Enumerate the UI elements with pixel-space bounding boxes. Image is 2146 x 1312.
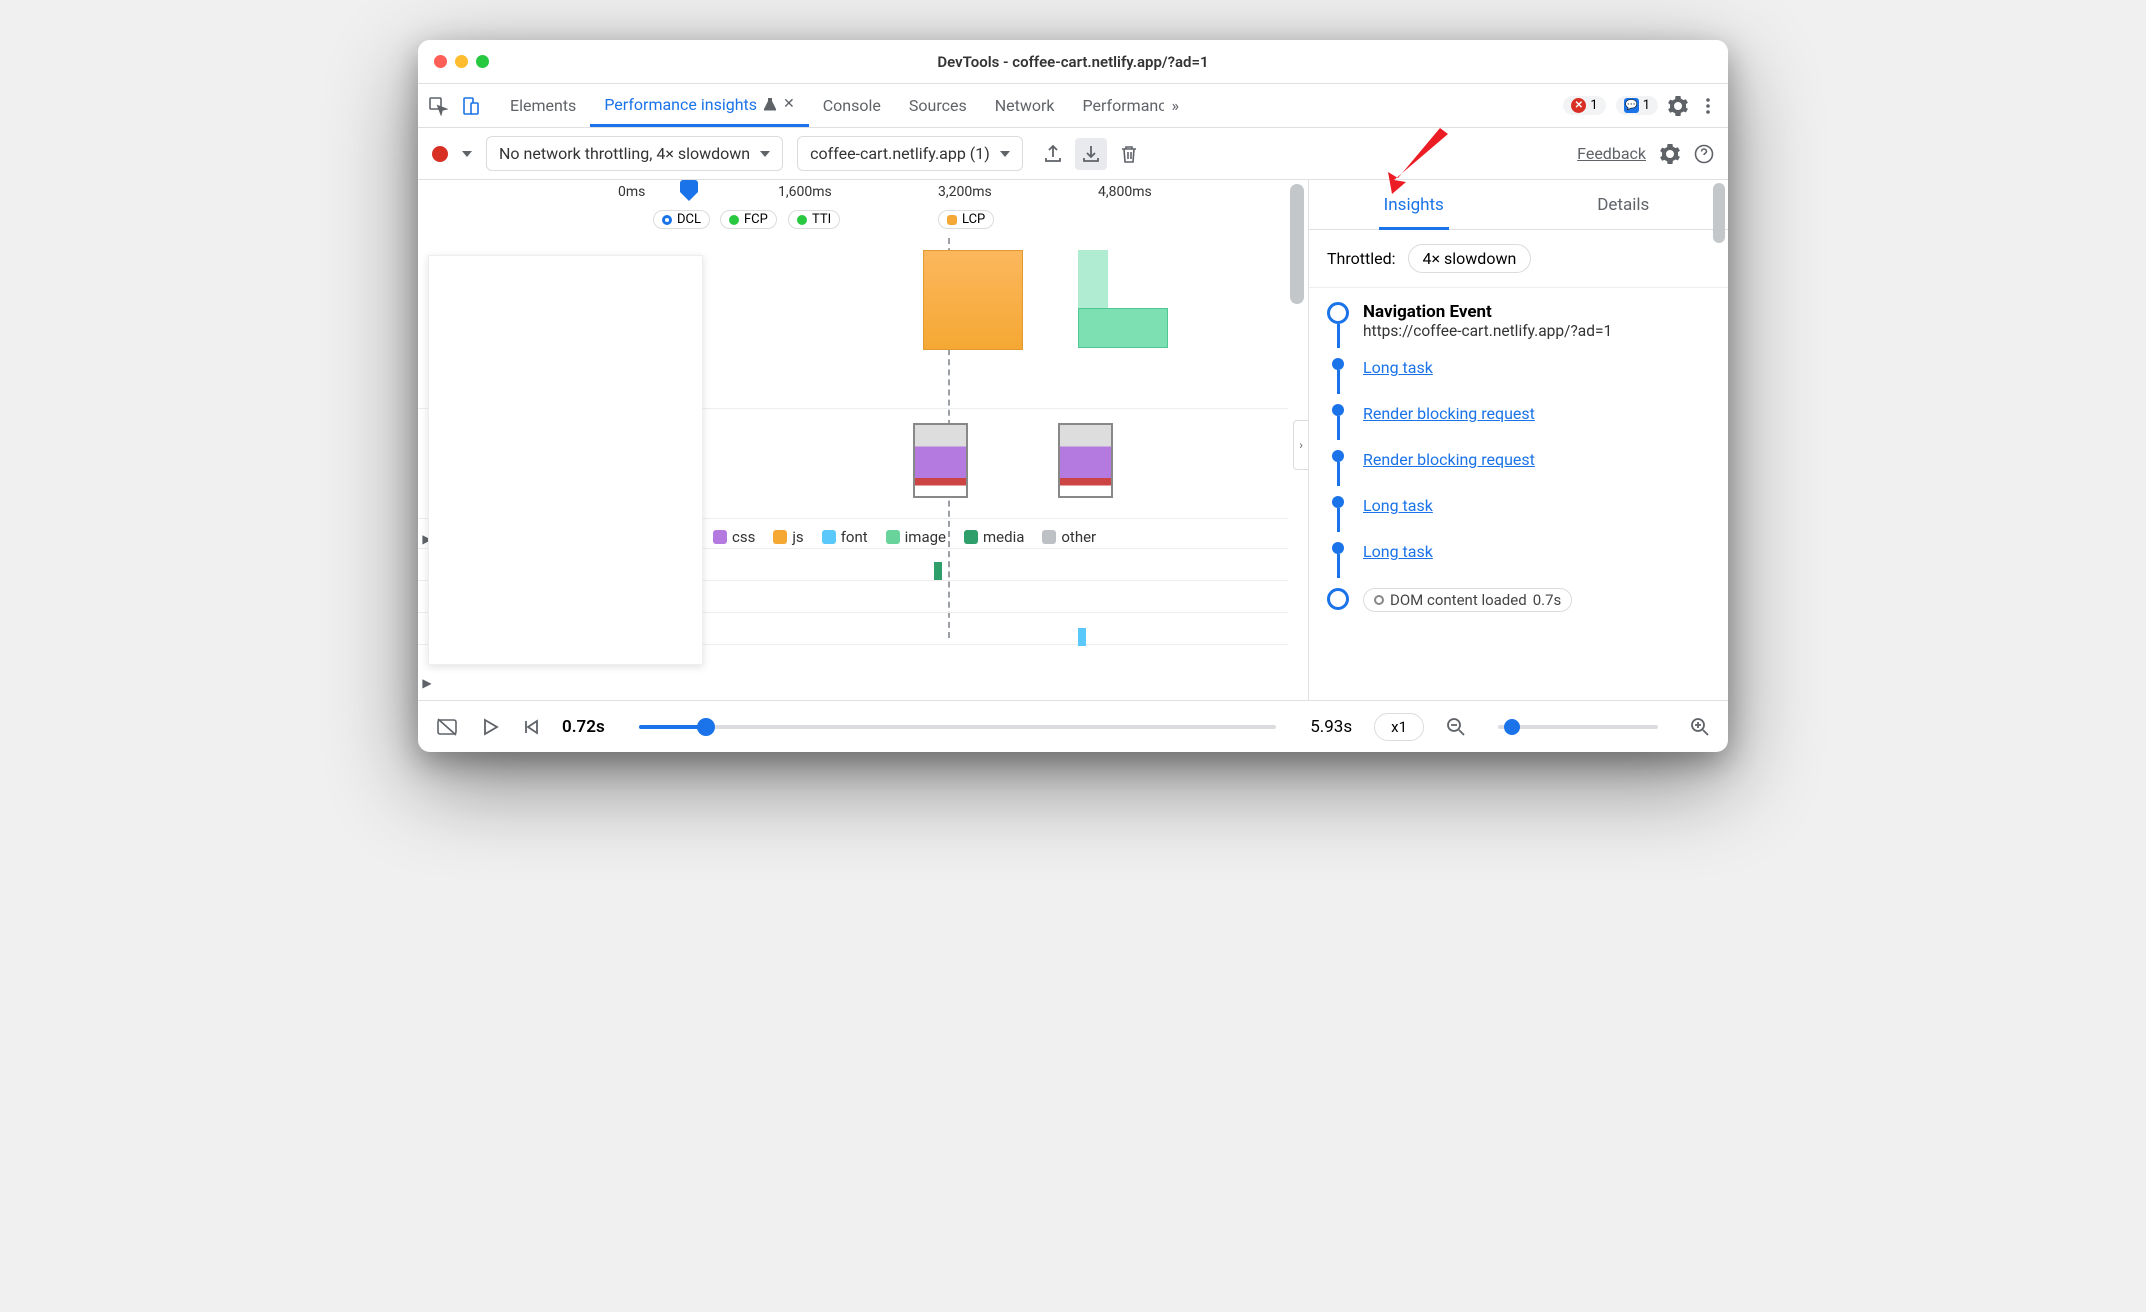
tab-elements[interactable]: Elements bbox=[496, 84, 590, 127]
insight-link[interactable]: Long task bbox=[1363, 358, 1433, 377]
import-button[interactable] bbox=[1075, 138, 1107, 170]
task-block[interactable] bbox=[1078, 308, 1168, 348]
message-badge[interactable]: 💬 1 bbox=[1616, 96, 1658, 115]
insight-link[interactable]: Long task bbox=[1363, 542, 1433, 561]
playhead[interactable] bbox=[680, 180, 698, 192]
time-tick: 3,200ms bbox=[938, 184, 992, 200]
timeline-node-icon bbox=[1332, 404, 1344, 416]
recording-select[interactable]: coffee-cart.netlify.app (1) bbox=[797, 136, 1023, 171]
zoom-in-button[interactable] bbox=[1690, 717, 1710, 737]
window-controls bbox=[434, 55, 489, 68]
help-icon[interactable] bbox=[1694, 144, 1714, 164]
minimize-window-button[interactable] bbox=[455, 55, 468, 68]
chevron-down-icon bbox=[1000, 151, 1010, 157]
side-tab-insights[interactable]: Insights bbox=[1309, 180, 1519, 229]
side-tabs: Insights Details bbox=[1309, 180, 1728, 230]
marker-tti[interactable]: TTI bbox=[788, 210, 840, 229]
maximize-window-button[interactable] bbox=[476, 55, 489, 68]
marker-lcp[interactable]: LCP bbox=[938, 210, 994, 229]
more-menu-icon[interactable] bbox=[1698, 96, 1718, 116]
playback-speed[interactable]: x1 bbox=[1374, 713, 1424, 741]
export-button[interactable] bbox=[1037, 138, 1069, 170]
task-block[interactable] bbox=[923, 250, 1023, 350]
nav-event-url: https://coffee-cart.netlify.app/?ad=1 bbox=[1363, 322, 1718, 340]
expand-track-button[interactable]: ▶ bbox=[420, 674, 434, 692]
overview-thumbnail bbox=[428, 255, 703, 665]
insight-link[interactable]: Render blocking request bbox=[1363, 450, 1535, 469]
record-button[interactable] bbox=[432, 146, 448, 162]
inspect-element-icon[interactable] bbox=[428, 96, 448, 116]
time-tick: 4,800ms bbox=[1098, 184, 1152, 200]
dcl-event-pill[interactable]: DOM content loaded 0.7s bbox=[1363, 588, 1572, 612]
playback-footer: 0.72s 5.93s x1 bbox=[418, 700, 1728, 752]
panel-settings-icon[interactable] bbox=[1660, 144, 1680, 164]
timeline-node-icon bbox=[1332, 496, 1344, 508]
circle-icon bbox=[1374, 595, 1384, 605]
window-title: DevTools - coffee-cart.netlify.app/?ad=1 bbox=[418, 53, 1728, 71]
nav-event-title: Navigation Event bbox=[1363, 302, 1718, 322]
skip-start-button[interactable] bbox=[522, 718, 540, 736]
feedback-link[interactable]: Feedback bbox=[1577, 144, 1646, 163]
insight-link[interactable]: Render blocking request bbox=[1363, 404, 1535, 423]
vertical-scrollbar[interactable] bbox=[1713, 183, 1725, 243]
insight-link[interactable]: Long task bbox=[1363, 496, 1433, 515]
timeline-node-icon bbox=[1332, 358, 1344, 370]
tab-performance[interactable]: Performance bbox=[1069, 84, 1164, 127]
tab-network[interactable]: Network bbox=[981, 84, 1069, 127]
time-tick: 1,600ms bbox=[778, 184, 832, 200]
play-button[interactable] bbox=[480, 717, 500, 737]
current-time: 0.72s bbox=[562, 717, 605, 737]
content-area: 0ms 1,600ms 3,200ms 4,800ms DCL FCP TTI … bbox=[418, 180, 1728, 700]
throttle-select[interactable]: No network throttling, 4× slowdown bbox=[486, 136, 783, 171]
tab-sources[interactable]: Sources bbox=[895, 84, 981, 127]
time-tick: 0ms bbox=[618, 184, 645, 200]
throttle-info: Throttled: 4× slowdown bbox=[1309, 230, 1728, 288]
error-icon: ✕ bbox=[1571, 98, 1586, 113]
insights-toolbar: No network throttling, 4× slowdown coffe… bbox=[418, 128, 1728, 180]
screenshot-thumbnail[interactable] bbox=[913, 423, 968, 498]
timeline-node-icon bbox=[1327, 302, 1349, 324]
network-bar[interactable] bbox=[934, 562, 942, 580]
timeline-panel: 0ms 1,600ms 3,200ms 4,800ms DCL FCP TTI … bbox=[418, 180, 1308, 700]
timeline-node-icon bbox=[1327, 588, 1349, 610]
close-window-button[interactable] bbox=[434, 55, 447, 68]
timeline-node-icon bbox=[1332, 450, 1344, 462]
disable-screenshots-icon[interactable] bbox=[436, 716, 458, 738]
tabs-overflow-button[interactable]: » bbox=[1164, 84, 1188, 127]
settings-gear-icon[interactable] bbox=[1668, 96, 1688, 116]
device-toggle-icon[interactable] bbox=[460, 96, 480, 116]
titlebar: DevTools - coffee-cart.netlify.app/?ad=1 bbox=[418, 40, 1728, 84]
tab-performance-insights[interactable]: Performance insights ✕ bbox=[590, 84, 808, 127]
zoom-slider[interactable] bbox=[1498, 725, 1658, 729]
tab-console[interactable]: Console bbox=[809, 84, 895, 127]
message-icon: 💬 bbox=[1624, 98, 1639, 113]
delete-button[interactable] bbox=[1113, 138, 1145, 170]
playback-slider[interactable] bbox=[639, 725, 1276, 729]
marker-dcl[interactable]: DCL bbox=[653, 210, 710, 229]
time-ruler: 0ms 1,600ms 3,200ms 4,800ms bbox=[418, 180, 1308, 208]
timeline-node-icon bbox=[1332, 542, 1344, 554]
error-badge[interactable]: ✕ 1 bbox=[1563, 96, 1605, 115]
side-tab-details[interactable]: Details bbox=[1519, 180, 1729, 229]
collapse-sidepanel-button[interactable]: › bbox=[1293, 420, 1308, 470]
close-tab-button[interactable]: ✕ bbox=[783, 96, 795, 112]
flask-icon bbox=[763, 97, 777, 111]
main-tabbar: Elements Performance insights ✕ Console … bbox=[418, 84, 1728, 128]
end-time: 5.93s bbox=[1310, 717, 1352, 737]
network-bar[interactable] bbox=[1078, 628, 1086, 646]
marker-fcp[interactable]: FCP bbox=[720, 210, 777, 229]
insights-list: Navigation Event https://coffee-cart.net… bbox=[1309, 288, 1728, 700]
metrics-row: DCL FCP TTI LCP bbox=[418, 208, 1308, 238]
devtools-window: DevTools - coffee-cart.netlify.app/?ad=1… bbox=[418, 40, 1728, 752]
chevron-down-icon bbox=[760, 151, 770, 157]
insights-sidepanel: Insights Details Throttled: 4× slowdown … bbox=[1308, 180, 1728, 700]
record-dropdown-icon[interactable] bbox=[462, 151, 472, 157]
throttle-value: 4× slowdown bbox=[1408, 244, 1532, 273]
zoom-out-button[interactable] bbox=[1446, 717, 1466, 737]
network-legend: css js font image media other bbox=[713, 528, 1096, 546]
screenshot-thumbnail[interactable] bbox=[1058, 423, 1113, 498]
